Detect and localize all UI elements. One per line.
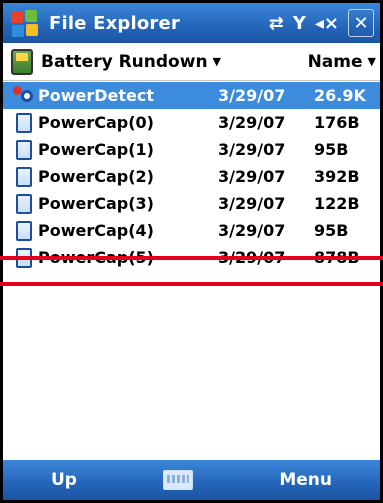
file-date: 3/29/07: [218, 86, 286, 105]
file-date: 3/29/07: [218, 167, 286, 186]
annotation-line-top: [0, 256, 383, 260]
sort-dropdown[interactable]: Name ▼: [308, 52, 376, 72]
file-name: PowerCap(3): [38, 194, 154, 213]
file-icon: [16, 112, 32, 133]
file-row[interactable]: PowerCap(2) 3/29/07 392B: [3, 163, 380, 190]
folder-name-label: Battery Rundown: [41, 51, 208, 72]
file-list: PowerDetect 3/29/07 26.9K PowerCap(0) 3/…: [3, 82, 380, 271]
file-name: PowerCap(4): [38, 221, 154, 240]
close-icon: ✕: [353, 12, 369, 34]
file-size: 95B: [314, 140, 349, 159]
window-title: File Explorer: [49, 12, 180, 34]
title-bar: File Explorer ⇄ Y ◂× ✕: [3, 3, 380, 43]
file-icon: [16, 193, 32, 214]
signal-icon[interactable]: Y: [293, 13, 306, 34]
chevron-down-icon: ▼: [212, 55, 222, 68]
file-size: 95B: [314, 221, 349, 240]
file-row[interactable]: PowerDetect 3/29/07 26.9K: [3, 82, 380, 109]
folder-icon: [11, 48, 33, 75]
file-date: 3/29/07: [218, 140, 286, 159]
file-date: 3/29/07: [218, 221, 286, 240]
softkey-bar: Up Menu: [3, 460, 380, 500]
file-icon: [16, 139, 32, 160]
file-name: PowerDetect: [38, 86, 155, 105]
file-date: 3/29/07: [218, 194, 286, 213]
file-row[interactable]: PowerCap(4) 3/29/07 95B: [3, 217, 380, 244]
file-size: 26.9K: [314, 86, 366, 105]
system-tray: ⇄ Y ◂× ✕: [269, 9, 374, 37]
file-row[interactable]: PowerCap(3) 3/29/07 122B: [3, 190, 380, 217]
close-button[interactable]: ✕: [348, 9, 374, 37]
start-menu-icon[interactable]: [9, 7, 41, 39]
keyboard-icon[interactable]: [163, 470, 194, 490]
file-name: PowerCap(1): [38, 140, 154, 159]
file-size: 122B: [314, 194, 360, 213]
file-icon: [16, 220, 32, 241]
sync-icon[interactable]: ⇄: [269, 13, 284, 34]
app-icon: [12, 85, 34, 107]
file-icon: [16, 166, 32, 187]
folder-header: Battery Rundown ▼ Name ▼: [3, 43, 380, 81]
file-size: 176B: [314, 113, 360, 132]
up-softkey[interactable]: Up: [3, 470, 125, 490]
file-name: PowerCap(0): [38, 113, 154, 132]
file-row[interactable]: PowerCap(1) 3/29/07 95B: [3, 136, 380, 163]
file-row[interactable]: PowerCap(0) 3/29/07 176B: [3, 109, 380, 136]
sort-label: Name: [307, 51, 363, 72]
folder-dropdown[interactable]: Battery Rundown ▼: [41, 52, 221, 72]
file-size: 392B: [314, 167, 360, 186]
file-date: 3/29/07: [218, 113, 286, 132]
volume-icon[interactable]: ◂×: [315, 13, 339, 34]
annotation-line-bottom: [0, 282, 383, 286]
chevron-down-icon: ▼: [367, 55, 376, 68]
file-name: PowerCap(2): [38, 167, 154, 186]
menu-softkey[interactable]: Menu: [231, 470, 380, 490]
